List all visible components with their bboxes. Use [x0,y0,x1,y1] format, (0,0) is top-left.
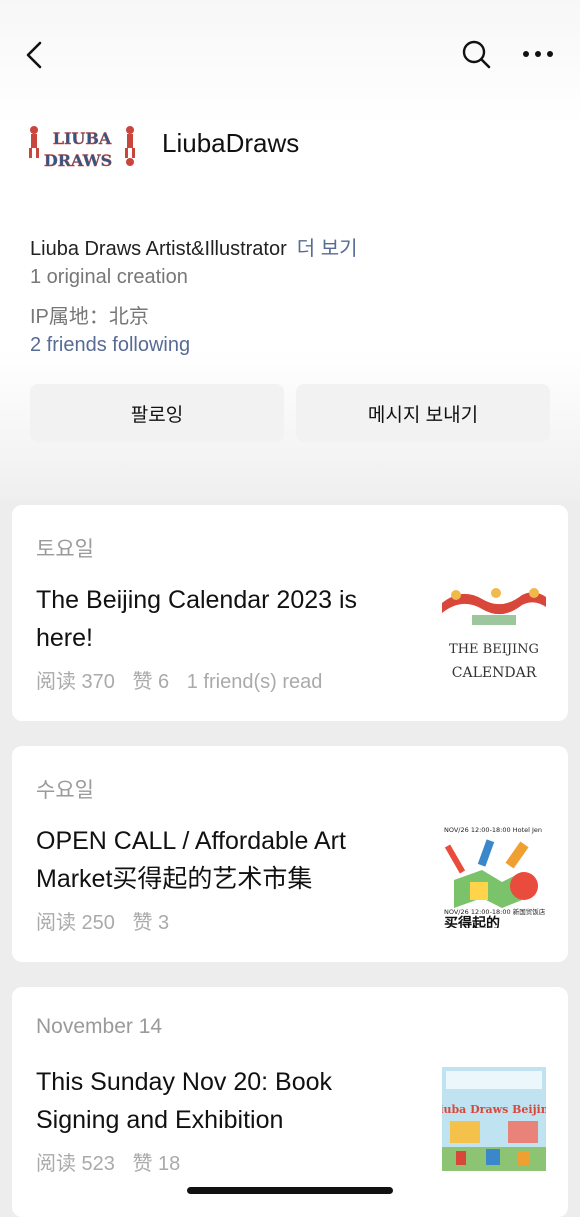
send-message-button[interactable]: 메시지 보내기 [296,384,550,442]
original-creation-count[interactable]: 1 original creation [30,266,188,289]
article-title[interactable]: OPEN CALL / Affordable Art Market买得起的艺术市… [36,822,406,898]
chevron-left-icon[interactable] [22,40,48,70]
logo-text-line1: LIUBA [53,129,112,148]
article-title[interactable]: This Sunday Nov 20: Book Signing and Exh… [36,1063,406,1139]
home-indicator [187,1187,393,1194]
article-card[interactable]: 수요일 OPEN CALL / Affordable Art Market买得起… [12,746,568,962]
read-count: 阅读 523 [36,1153,115,1175]
article-card[interactable]: 토요일 The Beijing Calendar 2023 is here! 阅… [12,505,568,721]
logo-text-line2: DRAWS [44,151,112,170]
thumb-caption-top: NOV/26 12:00-18:00 Hotel Jen [444,826,542,834]
thumb-caption-bottom: NOV/26 12:00-18:00 新国贸饭店 [444,907,546,916]
article-thumbnail[interactable]: Liuba Draws Beijing [442,1067,546,1171]
friends-read: 1 friend(s) read [186,671,323,693]
article-thumbnail[interactable]: NOV/26 12:00-18:00 Hotel Jen NOV/26 12:0… [442,824,546,928]
thumb-chinese-title: 买得起的 [444,915,500,928]
like-count: 赞 3 [132,912,170,934]
article-stats: 阅读 370 赞 6 1 friend(s) read [36,665,334,694]
article-title[interactable]: The Beijing Calendar 2023 is here! [36,581,406,657]
ip-location: IP属地：北京 [30,306,149,328]
friends-following-link[interactable]: 2 friends following [30,334,190,357]
bio: Liuba Draws Artist&Illustrator 더 보기 [30,232,358,261]
article-stats: 阅读 250 赞 3 [36,906,181,935]
like-count: 赞 18 [132,1153,181,1175]
article-thumbnail[interactable]: THE BEIJING CALENDAR [442,585,546,689]
article-date: 토요일 [36,538,94,561]
read-count: 阅读 370 [36,671,115,693]
article-stats: 阅读 523 赞 18 [36,1147,192,1176]
thumb-title-line1: THE BEIJING [449,642,539,657]
thumb-title: Liuba Draws Beijing [442,1103,546,1116]
account-logo-avatar[interactable]: LIUBA DRAWS [26,120,138,176]
thumb-title-line2: CALENDAR [452,665,537,681]
article-date: 수요일 [36,779,94,802]
account-name: LiubaDraws [162,128,300,158]
ellipsis-icon[interactable] [520,44,556,64]
bio-text: Liuba Draws Artist&Illustrator [30,238,287,260]
read-count: 阅读 250 [36,912,115,934]
like-count: 赞 6 [132,671,170,693]
article-card[interactable]: November 14 This Sunday Nov 20: Book Sig… [12,987,568,1217]
following-button[interactable]: 팔로잉 [30,384,284,442]
article-date: November 14 [36,1015,163,1038]
bio-more-link[interactable]: 더 보기 [297,238,358,260]
search-icon[interactable] [460,38,492,70]
